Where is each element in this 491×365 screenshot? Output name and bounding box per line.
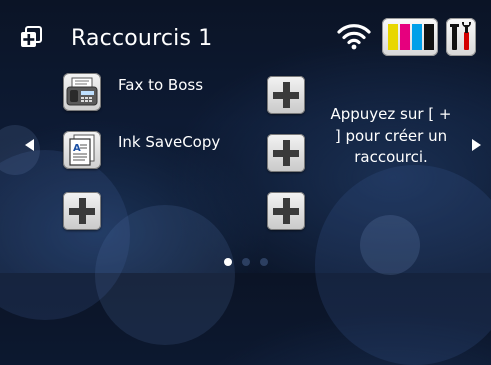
svg-text:A: A xyxy=(73,143,81,154)
page-dot xyxy=(260,258,268,266)
ink-yellow-icon xyxy=(388,24,398,50)
ink-magenta-icon xyxy=(400,24,410,50)
shortcut-label: Ink SaveCopy xyxy=(118,133,221,151)
hint-text: Appuyez sur [ + ] pour créer un raccourc… xyxy=(330,105,452,166)
page-dot xyxy=(224,258,232,266)
add-shortcut-button[interactable] xyxy=(63,192,101,230)
shortcut-ink-savecopy-button[interactable]: A xyxy=(63,131,101,169)
shortcut-add-icon xyxy=(21,26,42,47)
ink-black-icon xyxy=(424,24,434,50)
add-shortcut-button[interactable] xyxy=(267,192,305,230)
page-dot xyxy=(242,258,250,266)
wifi-icon[interactable] xyxy=(337,22,371,50)
tools-icon xyxy=(450,22,471,50)
tools-button[interactable] xyxy=(446,18,476,56)
fax-icon xyxy=(66,77,98,106)
shortcut-fax-to-boss-button[interactable] xyxy=(63,73,101,111)
next-page-arrow-icon[interactable] xyxy=(472,139,481,151)
header-bar: Raccourcis 1 xyxy=(0,0,491,60)
add-shortcut-button[interactable] xyxy=(267,134,305,172)
previous-page-arrow-icon[interactable] xyxy=(25,139,34,151)
add-shortcut-button[interactable] xyxy=(267,76,305,114)
shortcut-label: Fax to Boss xyxy=(118,76,204,94)
ink-cyan-icon xyxy=(412,24,422,50)
page-indicator xyxy=(224,258,284,268)
page-title: Raccourcis 1 xyxy=(71,26,213,51)
copy-document-icon: A xyxy=(69,134,95,166)
ink-levels-button[interactable] xyxy=(382,18,438,56)
